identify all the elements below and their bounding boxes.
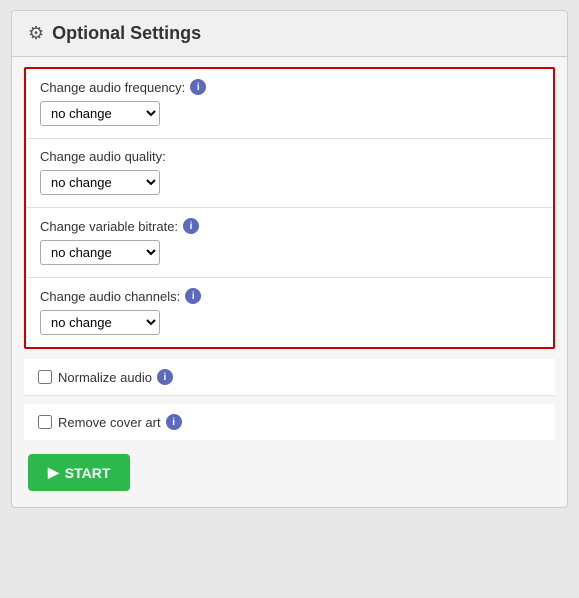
audio-channels-label: Change audio channels: i [40,288,539,304]
audio-channels-info-icon[interactable]: i [185,288,201,304]
audio-quality-select[interactable]: no change 64 kbps 128 kbps 192 kbps 256 … [40,170,160,195]
start-button[interactable]: ▶ START [28,454,130,491]
audio-channels-select[interactable]: no change 1 (mono) 2 (stereo) [40,310,160,335]
normalize-audio-row: Normalize audio i [24,359,555,396]
panel-title: Optional Settings [52,23,201,44]
audio-quality-row: Change audio quality: no change 64 kbps … [26,139,553,208]
audio-frequency-row: Change audio frequency: i no change 8000… [26,69,553,139]
audio-quality-label: Change audio quality: [40,149,539,164]
audio-frequency-info-icon[interactable]: i [190,79,206,95]
audio-channels-row: Change audio channels: i no change 1 (mo… [26,278,553,347]
audio-frequency-select[interactable]: no change 8000 Hz 11025 Hz 16000 Hz 2205… [40,101,160,126]
variable-bitrate-select[interactable]: no change enabled disabled [40,240,160,265]
audio-options-section: Change audio frequency: i no change 8000… [24,67,555,349]
normalize-audio-checkbox[interactable] [38,370,52,384]
remove-cover-art-checkbox[interactable] [38,415,52,429]
variable-bitrate-info-icon[interactable]: i [183,218,199,234]
remove-cover-art-row: Remove cover art i [24,404,555,440]
normalize-audio-label: Normalize audio i [58,369,173,385]
gear-icon: ⚙ [28,23,44,44]
variable-bitrate-row: Change variable bitrate: i no change ena… [26,208,553,278]
remove-cover-art-info-icon[interactable]: i [166,414,182,430]
play-arrow-icon: ▶ [48,464,59,481]
panel-header: ⚙ Optional Settings [12,11,567,57]
normalize-audio-info-icon[interactable]: i [157,369,173,385]
remove-cover-art-label: Remove cover art i [58,414,182,430]
audio-frequency-label: Change audio frequency: i [40,79,539,95]
optional-settings-panel: ⚙ Optional Settings Change audio frequen… [11,10,568,508]
variable-bitrate-label: Change variable bitrate: i [40,218,539,234]
